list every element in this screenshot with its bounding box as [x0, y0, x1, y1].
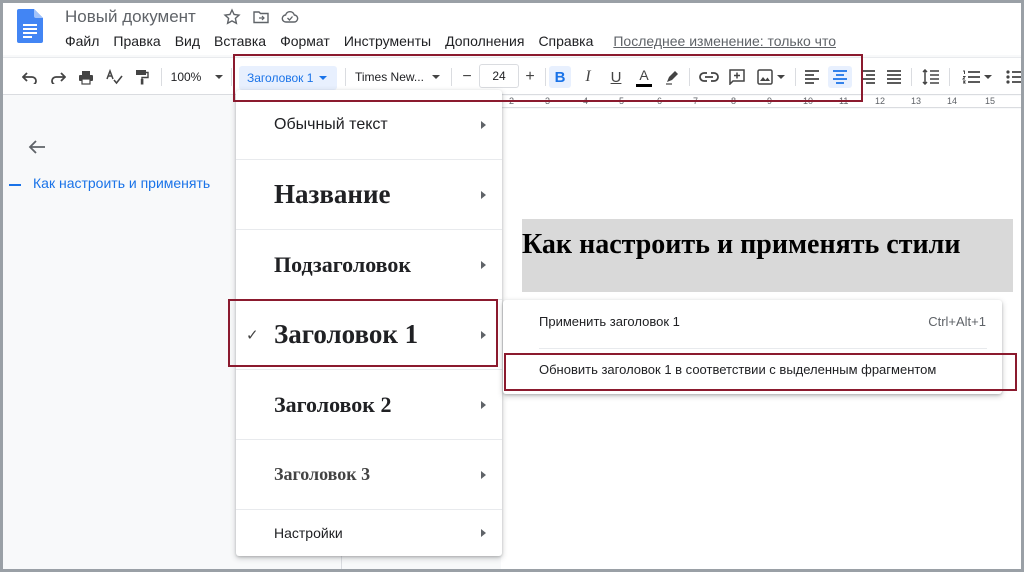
menu-bar: Файл Правка Вид Вставка Формат Инструмен…	[65, 31, 836, 51]
toolbar-divider	[911, 68, 912, 86]
toolbar-divider	[161, 68, 162, 86]
chevron-right-icon	[481, 260, 486, 269]
move-folder-icon[interactable]	[252, 8, 270, 26]
menu-view[interactable]: Вид	[175, 31, 200, 51]
chevron-down-icon	[215, 75, 224, 79]
toolbar-divider	[949, 68, 950, 86]
update-item-highlight-box	[504, 353, 1017, 391]
chevron-right-icon	[481, 529, 486, 537]
cloud-saved-icon[interactable]	[281, 8, 299, 26]
toolbar-divider	[231, 68, 232, 86]
ruler-number: 14	[947, 96, 958, 106]
style-options[interactable]: Настройки	[236, 510, 502, 556]
header: Новый документ Файл Правка Вид Вставка Ф…	[3, 3, 1021, 55]
menu-edit[interactable]: Правка	[113, 31, 160, 51]
menu-format[interactable]: Формат	[280, 31, 330, 51]
menu-tools[interactable]: Инструменты	[344, 31, 431, 51]
toolbar-highlight-box	[233, 54, 863, 102]
numbered-list-button[interactable]	[957, 66, 997, 88]
chevron-right-icon	[481, 190, 486, 199]
ruler-number: 15	[985, 96, 996, 106]
zoom-select[interactable]: 100%	[169, 66, 225, 88]
style-title[interactable]: Название	[236, 160, 502, 230]
redo-button[interactable]	[47, 66, 69, 88]
line-spacing-button[interactable]	[919, 66, 943, 88]
menu-insert[interactable]: Вставка	[214, 31, 266, 51]
paint-format-button[interactable]	[131, 66, 153, 88]
document-heading[interactable]: Как настроить и применять стили	[522, 229, 960, 261]
keyboard-shortcut: Ctrl+Alt+1	[928, 314, 986, 329]
docs-logo-icon[interactable]	[17, 9, 43, 43]
spellcheck-icon	[106, 69, 123, 85]
ruler-number: 12	[875, 96, 886, 106]
justify-button[interactable]	[883, 66, 905, 88]
line-spacing-icon	[922, 69, 939, 85]
undo-button[interactable]	[19, 66, 41, 88]
menu-help[interactable]: Справка	[538, 31, 593, 51]
paint-format-icon	[136, 70, 149, 85]
justify-icon	[887, 70, 901, 84]
print-button[interactable]	[75, 66, 97, 88]
outline-heading-item[interactable]: Как настроить и применять	[33, 175, 210, 191]
menu-divider	[539, 348, 987, 349]
star-icon[interactable]	[223, 8, 241, 26]
apply-heading-1-item[interactable]: Применить заголовок 1 Ctrl+Alt+1	[503, 300, 1002, 344]
app-window: Новый документ Файл Правка Вид Вставка Ф…	[0, 0, 1024, 572]
print-icon	[79, 70, 93, 85]
chevron-right-icon	[481, 120, 486, 129]
chevron-right-icon	[481, 470, 486, 479]
bulleted-list-button[interactable]	[1003, 66, 1021, 88]
bulleted-list-icon	[1006, 70, 1021, 84]
doc-title[interactable]: Новый документ	[65, 7, 196, 27]
numbered-list-icon	[962, 70, 980, 84]
style-heading-2[interactable]: Заголовок 2	[236, 370, 502, 440]
style-subtitle[interactable]: Подзаголовок	[236, 230, 502, 300]
undo-icon	[22, 72, 37, 84]
last-edit-link[interactable]: Последнее изменение: только что	[613, 31, 836, 51]
chevron-down-icon	[984, 75, 992, 79]
back-arrow-icon[interactable]	[27, 139, 47, 155]
outline-marker	[9, 184, 21, 186]
redo-icon	[51, 72, 66, 84]
style-heading-3[interactable]: Заголовок 3	[236, 440, 502, 510]
ruler-number: 13	[911, 96, 922, 106]
menu-file[interactable]: Файл	[65, 31, 99, 51]
chevron-right-icon	[481, 400, 486, 409]
spellcheck-button[interactable]	[103, 66, 125, 88]
menu-addons[interactable]: Дополнения	[445, 31, 524, 51]
heading-1-highlight-box	[228, 299, 498, 367]
